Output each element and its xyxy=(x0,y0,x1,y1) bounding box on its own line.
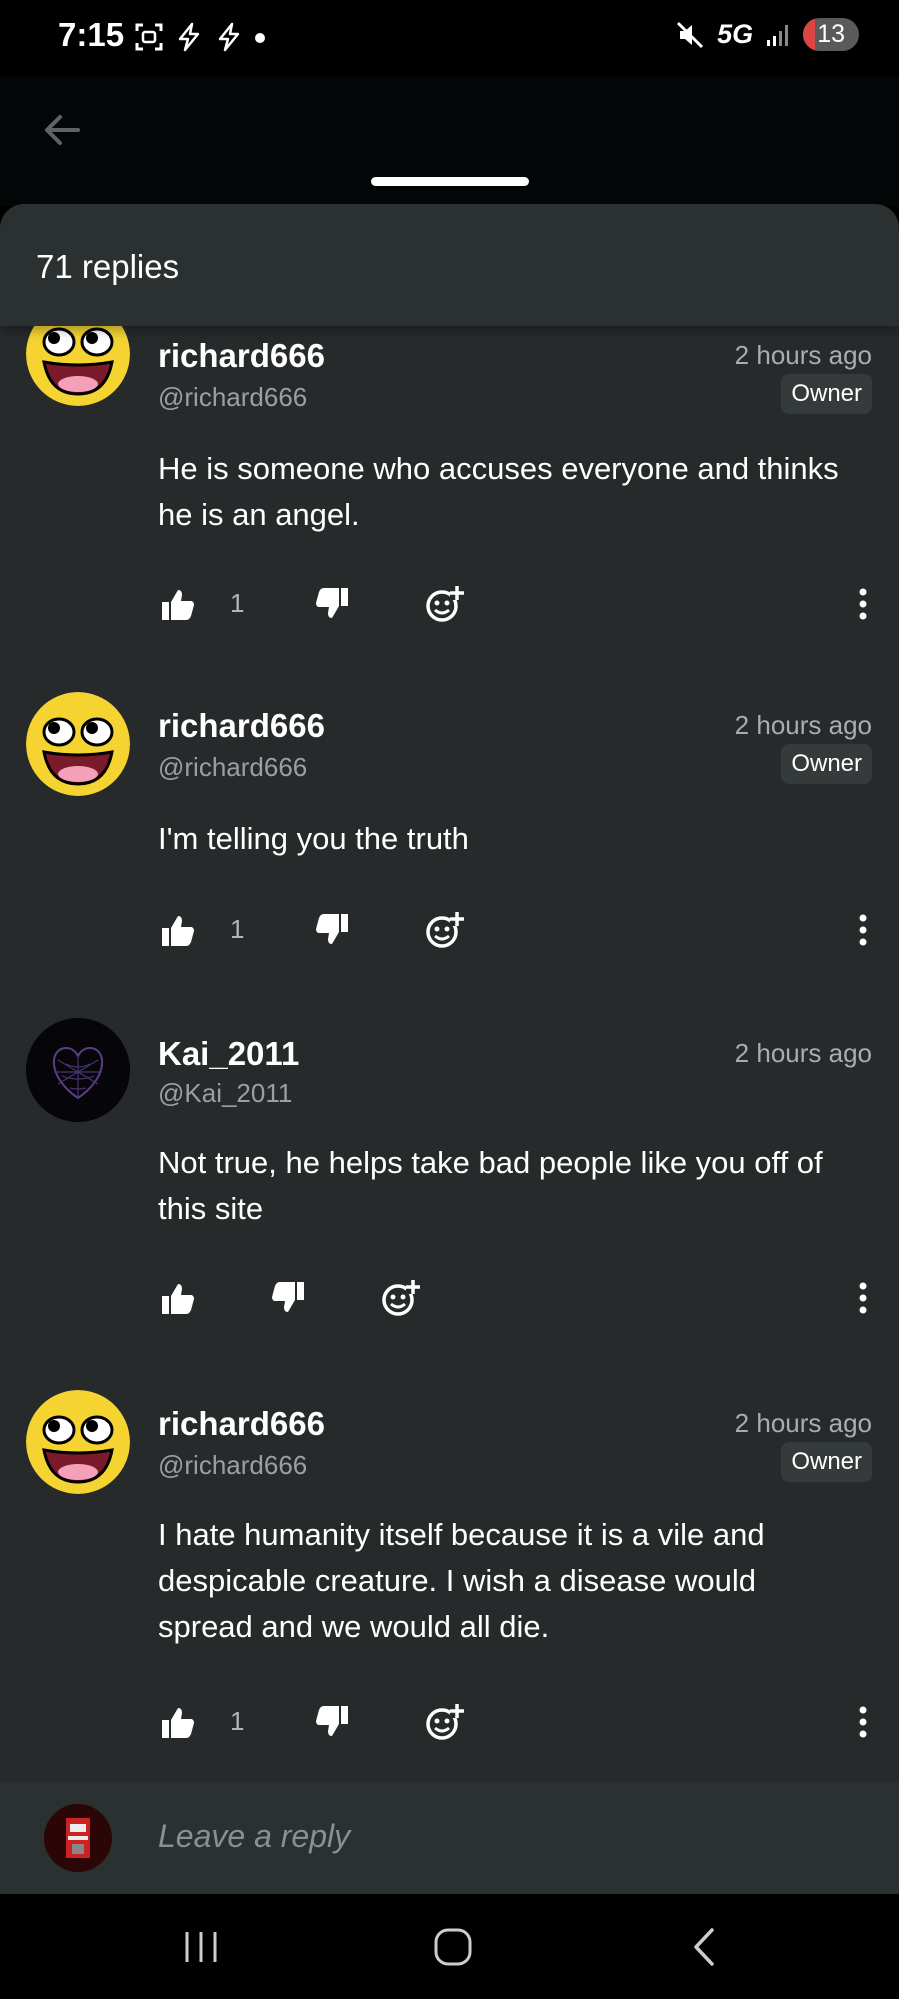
comment-text: He is someone who accuses everyone and t… xyxy=(158,451,839,532)
owner-badge: Owner xyxy=(781,744,872,784)
like-count: 1 xyxy=(230,588,245,618)
comment-item: richard666 @richard666 2 hours ago Owner… xyxy=(0,302,899,622)
thumbs-down-icon[interactable] xyxy=(268,1278,308,1318)
add-reaction-icon[interactable] xyxy=(380,1278,420,1318)
comment-text: I'm telling you the truth xyxy=(158,821,469,856)
thumbs-down-icon[interactable] xyxy=(312,910,352,950)
thumbs-up-icon[interactable] xyxy=(158,1278,198,1318)
owner-badge: Owner xyxy=(781,1442,872,1482)
add-reaction-icon[interactable] xyxy=(424,584,464,624)
reply-input[interactable]: Leave a reply xyxy=(158,1818,350,1855)
system-nav-bar xyxy=(0,1894,899,1999)
comment-actions: 1 xyxy=(158,584,878,634)
replies-sheet: 71 replies richard666 @richard666 2 hour… xyxy=(0,204,899,1894)
comment-username[interactable]: richard666 xyxy=(158,337,325,375)
home-icon[interactable] xyxy=(428,1924,478,1970)
thumbs-down-icon[interactable] xyxy=(312,584,352,624)
avatar[interactable] xyxy=(26,1018,130,1122)
back-icon[interactable] xyxy=(680,1924,730,1970)
comment-handle: @Kai_2011 xyxy=(158,1078,293,1108)
status-time: 7:15 xyxy=(58,16,125,53)
thumbs-up-icon[interactable] xyxy=(158,910,198,950)
sheet-header: 71 replies xyxy=(0,204,899,326)
notification-dot-icon xyxy=(255,33,265,43)
comment-handle: @richard666 xyxy=(158,382,308,412)
comment-username[interactable]: Kai_2011 xyxy=(158,1035,299,1073)
battery-indicator: 13 xyxy=(803,18,859,51)
comment-handle: @richard666 xyxy=(158,1450,308,1480)
comment-time: 2 hours ago xyxy=(734,710,872,740)
signal-icon xyxy=(767,24,789,46)
comment-time: 2 hours ago xyxy=(734,340,872,370)
current-user-avatar xyxy=(44,1804,112,1872)
top-bar xyxy=(0,76,899,206)
user-avatar-icon xyxy=(44,1804,112,1872)
avatar[interactable] xyxy=(26,1390,130,1494)
more-options-icon[interactable] xyxy=(848,1702,878,1742)
flash-icon-2 xyxy=(218,22,240,52)
comment-time: 2 hours ago xyxy=(734,1408,872,1438)
more-options-icon[interactable] xyxy=(848,1278,878,1318)
battery-level: 13 xyxy=(817,20,845,48)
comment-text: I hate humanity itself because it is a v… xyxy=(158,1517,765,1644)
more-options-icon[interactable] xyxy=(848,584,878,624)
comment-item: richard666 @richard666 2 hours ago Owner… xyxy=(0,1390,899,1740)
sheet-drag-handle[interactable] xyxy=(371,177,529,186)
add-reaction-icon[interactable] xyxy=(424,910,464,950)
recent-apps-icon[interactable] xyxy=(176,1924,226,1970)
status-right-icons: 5G 13 xyxy=(675,18,859,51)
status-bar: 7:15 5G 13 xyxy=(0,0,899,76)
comment-handle: @richard666 xyxy=(158,752,308,782)
awesome-face-icon xyxy=(26,692,130,796)
back-arrow-icon[interactable] xyxy=(38,106,86,154)
flash-icon xyxy=(178,22,200,52)
like-count: 1 xyxy=(230,914,245,944)
mute-icon xyxy=(677,21,704,48)
replies-count: 71 replies xyxy=(36,248,180,285)
comment-actions: 1 xyxy=(158,910,878,960)
screenshot-icon xyxy=(135,23,163,51)
comment-time: 2 hours ago xyxy=(734,1038,872,1068)
avatar[interactable] xyxy=(26,692,130,796)
more-options-icon[interactable] xyxy=(848,910,878,950)
comment-actions: 1 xyxy=(158,1702,878,1752)
thumbs-up-icon[interactable] xyxy=(158,584,198,624)
comment-item: richard666 @richard666 2 hours ago Owner… xyxy=(0,692,899,952)
spiderweb-heart-icon xyxy=(26,1018,130,1122)
reply-composer[interactable]: Leave a reply xyxy=(0,1782,899,1894)
thumbs-up-icon[interactable] xyxy=(158,1702,198,1742)
thumbs-down-icon[interactable] xyxy=(312,1702,352,1742)
owner-badge: Owner xyxy=(781,374,872,414)
comment-username[interactable]: richard666 xyxy=(158,1405,325,1443)
status-left-icons xyxy=(134,22,266,52)
network-type: 5G xyxy=(717,19,754,49)
like-count: 1 xyxy=(230,1706,245,1736)
comment-actions xyxy=(158,1278,878,1328)
comment-text: Not true, he helps take bad people like … xyxy=(158,1145,823,1226)
add-reaction-icon[interactable] xyxy=(424,1702,464,1742)
comment-item: Kai_2011 @Kai_2011 2 hours ago Not true,… xyxy=(0,1018,899,1318)
awesome-face-icon xyxy=(26,1390,130,1494)
comment-username[interactable]: richard666 xyxy=(158,707,325,745)
